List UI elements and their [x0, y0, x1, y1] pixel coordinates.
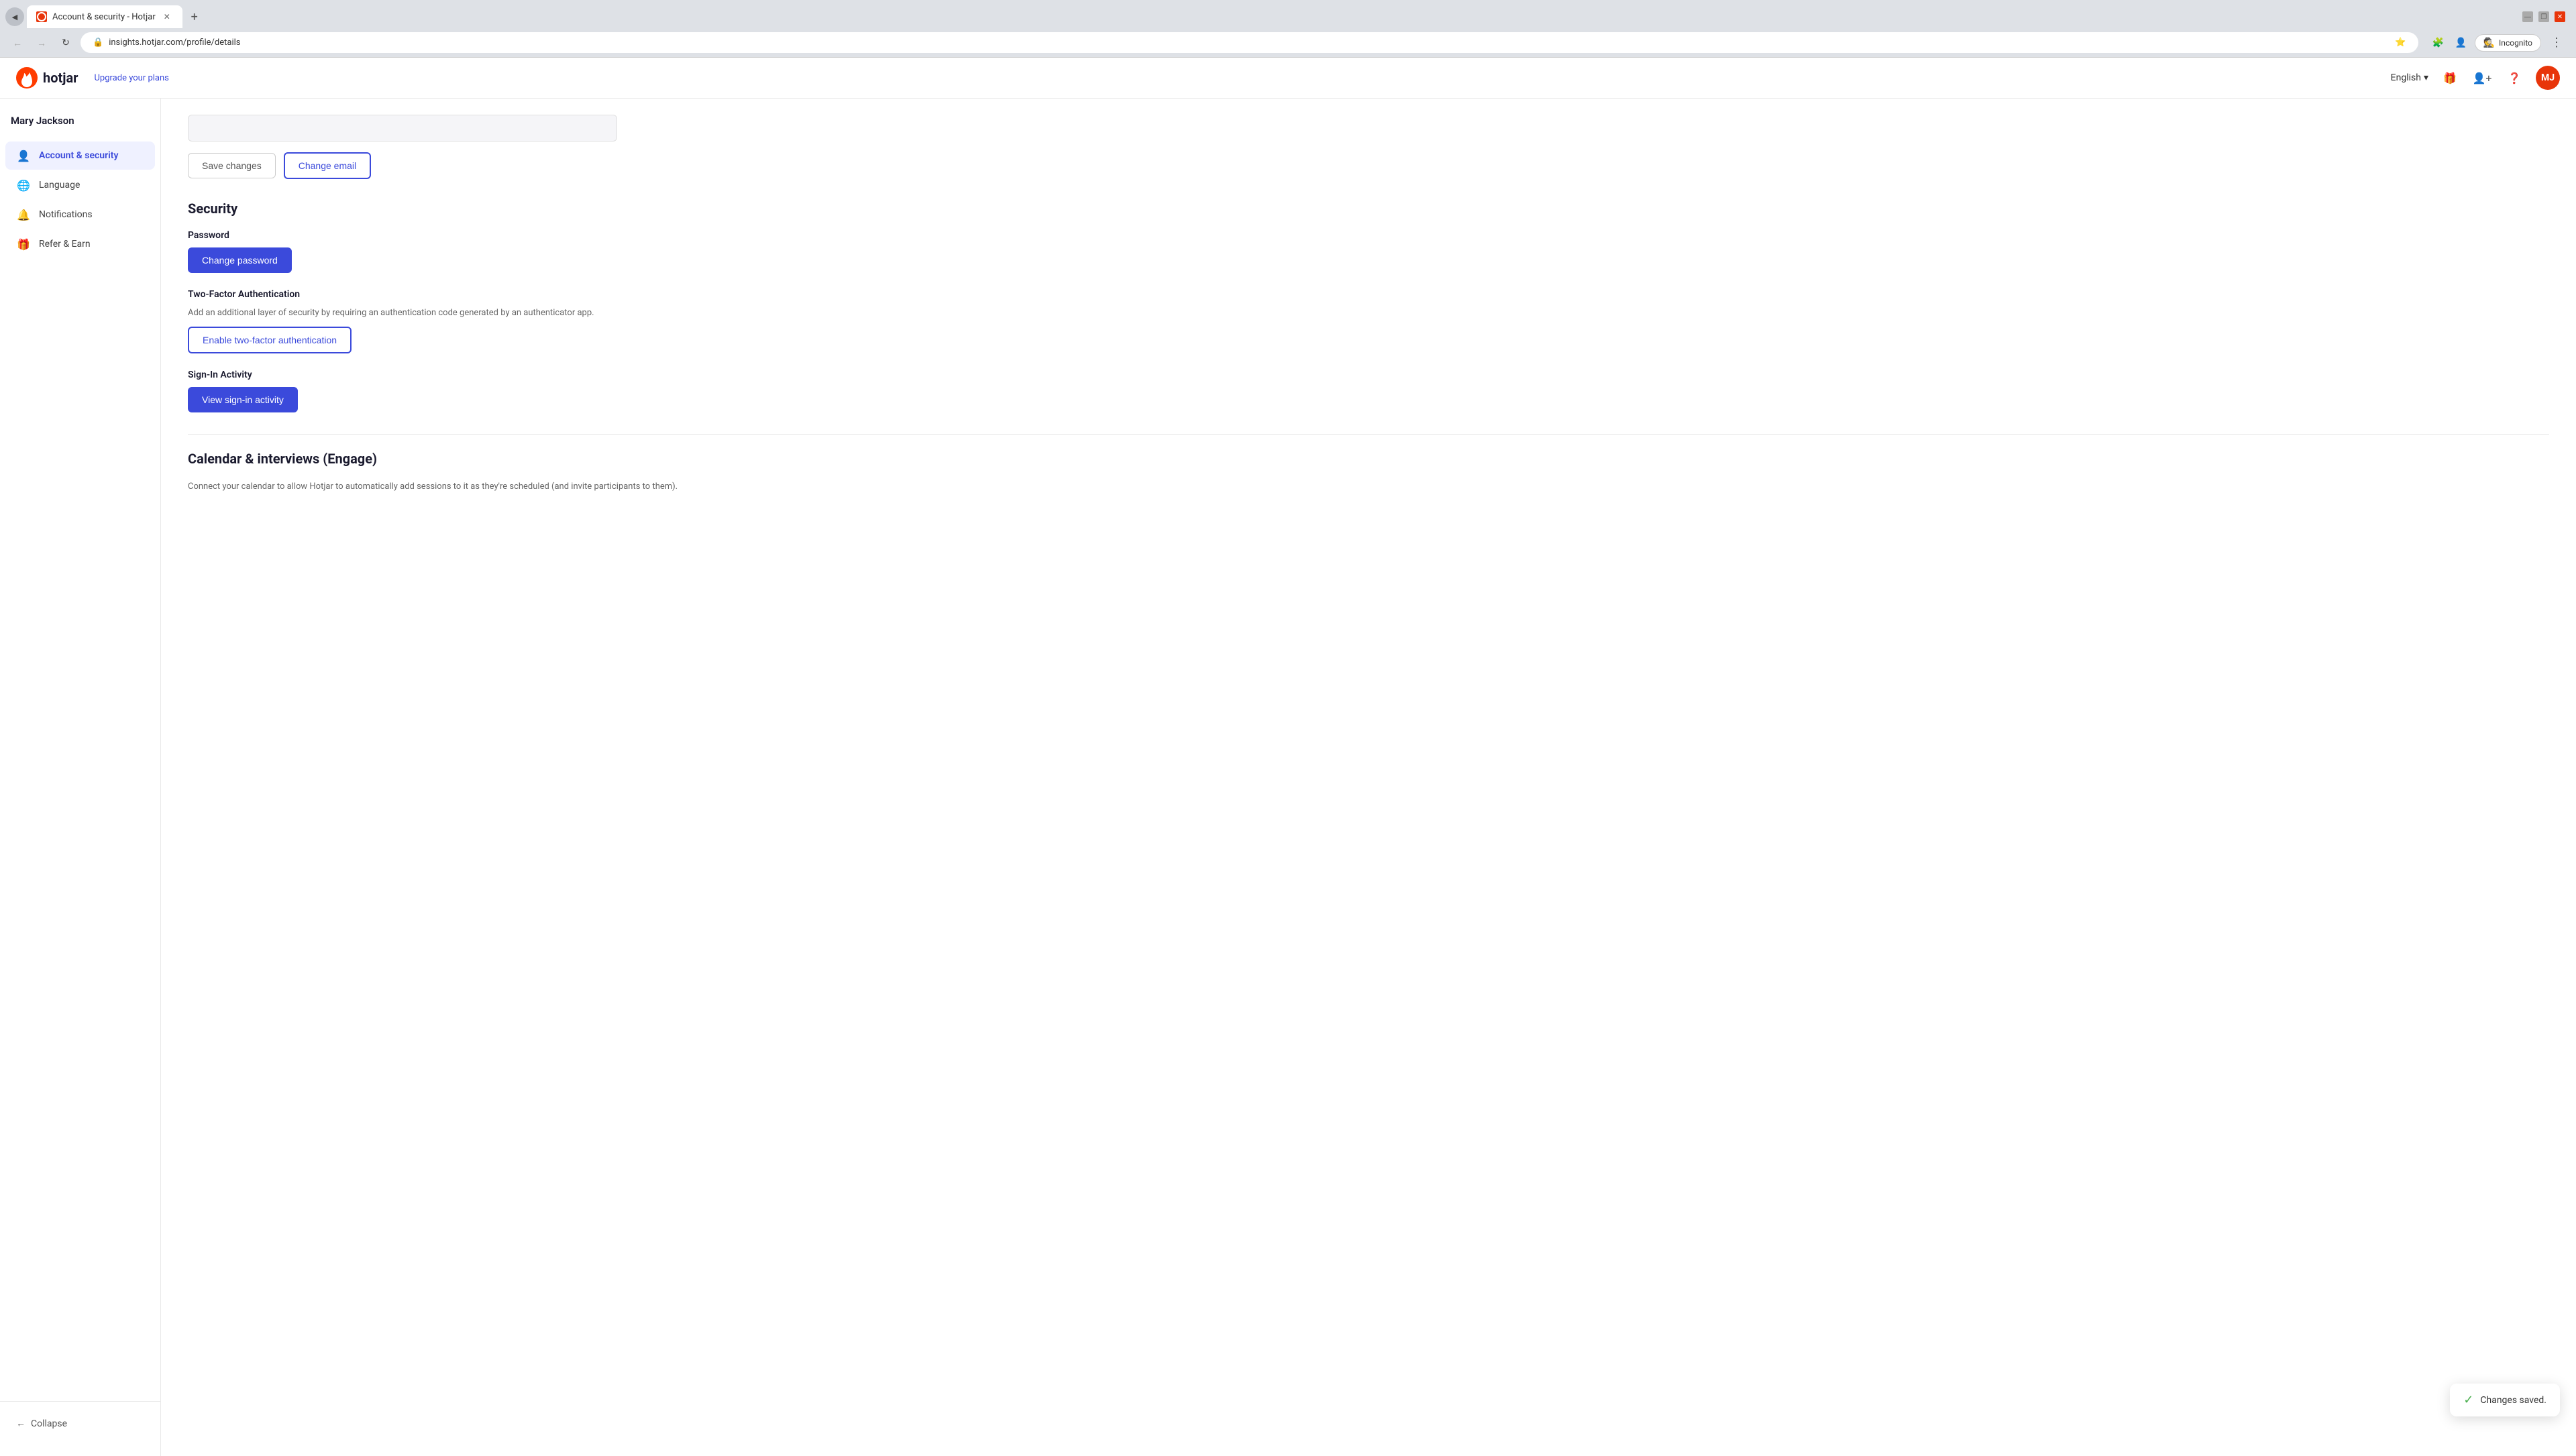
hotjar-logo[interactable]: hotjar [16, 67, 78, 89]
calendar-divider [188, 434, 2549, 435]
security-section-title: Security [188, 201, 2549, 217]
security-section: Security Password Change password Two-Fa… [188, 201, 2549, 412]
account-security-icon: 👤 [16, 148, 31, 163]
hotjar-logo-icon [16, 67, 38, 89]
avatar[interactable]: MJ [2536, 66, 2560, 90]
collapse-icon: ← [16, 1418, 25, 1429]
sidebar: Mary Jackson 👤 Account & security 🌐 Lang… [0, 99, 161, 1456]
profile-icon[interactable]: 👤 [2452, 34, 2471, 52]
new-tab-button[interactable]: + [185, 7, 204, 26]
signin-activity-field-group: Sign-In Activity View sign-in activity [188, 370, 2549, 412]
extensions-icon[interactable]: 🧩 [2429, 34, 2448, 52]
change-email-button[interactable]: Change email [284, 152, 371, 179]
sidebar-item-account-security[interactable]: 👤 Account & security [5, 142, 155, 170]
view-sign-in-button[interactable]: View sign-in activity [188, 387, 298, 412]
calendar-section: Calendar & interviews (Engage) Connect y… [188, 434, 2549, 494]
sidebar-item-label-account-security: Account & security [39, 150, 118, 161]
tab-title: Account & security - Hotjar [52, 12, 156, 22]
app-header: hotjar Upgrade your plans English ▾ 🎁 👤+… [0, 58, 2576, 99]
notifications-icon[interactable]: 🎁 [2439, 67, 2461, 89]
password-field-group: Password Change password [188, 230, 2549, 273]
tab-close-button[interactable]: ✕ [161, 11, 173, 23]
browser-menu-button[interactable]: ⋮ [2545, 33, 2568, 52]
sidebar-item-language[interactable]: 🌐 Language [5, 171, 155, 199]
sidebar-bottom: ← Collapse [0, 1401, 160, 1445]
password-label: Password [188, 230, 2549, 241]
back-button[interactable]: ← [8, 34, 27, 52]
language-selector[interactable]: English ▾ [2391, 72, 2428, 83]
url-text: insights.hotjar.com/profile/details [109, 38, 2390, 48]
calendar-section-title: Calendar & interviews (Engage) [188, 451, 2549, 467]
gift-icon: 🎁 [16, 237, 31, 251]
collapse-button[interactable]: ← Collapse [11, 1412, 150, 1435]
window-close[interactable]: ✕ [2555, 11, 2565, 22]
sidebar-item-label-language: Language [39, 180, 80, 190]
calendar-desc: Connect your calendar to allow Hotjar to… [188, 480, 2549, 494]
header-right: English ▾ 🎁 👤+ ❓ MJ [2391, 66, 2560, 90]
sidebar-user-name: Mary Jackson [0, 109, 160, 140]
save-changes-button[interactable]: Save changes [188, 153, 276, 178]
sidebar-item-refer-earn[interactable]: 🎁 Refer & Earn [5, 230, 155, 258]
sidebar-nav: 👤 Account & security 🌐 Language 🔔 Notifi… [0, 140, 160, 1401]
window-minimize[interactable]: — [2522, 11, 2533, 22]
sign-in-activity-label: Sign-In Activity [188, 370, 2549, 380]
two-factor-label: Two-Factor Authentication [188, 289, 2549, 300]
bell-icon: 🔔 [16, 207, 31, 222]
refresh-button[interactable]: ↻ [56, 34, 75, 52]
window-restore[interactable]: ❐ [2538, 11, 2549, 22]
toast-message: Changes saved. [2480, 1395, 2546, 1406]
toast-notification: ✓ Changes saved. [2450, 1384, 2560, 1416]
logo-text: hotjar [43, 70, 78, 86]
help-icon[interactable]: ❓ [2504, 67, 2525, 89]
toast-icon: ✓ [2463, 1393, 2473, 1407]
active-tab[interactable]: Account & security - Hotjar ✕ [27, 5, 182, 28]
sidebar-item-label-refer-earn: Refer & Earn [39, 239, 91, 249]
2fa-field-group: Two-Factor Authentication Add an additio… [188, 289, 2549, 353]
two-factor-desc: Add an additional layer of security by r… [188, 306, 2549, 320]
forward-button[interactable]: → [32, 34, 51, 52]
sidebar-item-notifications[interactable]: 🔔 Notifications [5, 201, 155, 229]
profile-actions-row: Save changes Change email [188, 152, 2549, 179]
content-area: Save changes Change email Security Passw… [161, 99, 2576, 1456]
language-label: English [2391, 72, 2421, 83]
language-icon: 🌐 [16, 178, 31, 192]
add-user-icon[interactable]: 👤+ [2471, 67, 2493, 89]
incognito-button[interactable]: 🕵 Incognito [2475, 34, 2541, 52]
change-password-button[interactable]: Change password [188, 247, 292, 273]
url-bar[interactable]: 🔒 insights.hotjar.com/profile/details ⭐ [80, 32, 2418, 53]
upgrade-link[interactable]: Upgrade your plans [95, 73, 169, 83]
profile-input-field[interactable] [188, 115, 617, 142]
lang-dropdown-arrow: ▾ [2424, 72, 2428, 83]
sidebar-item-label-notifications: Notifications [39, 209, 93, 220]
collapse-label: Collapse [31, 1418, 67, 1429]
tab-group-button[interactable]: ◀ [5, 7, 24, 26]
enable-2fa-button[interactable]: Enable two-factor authentication [188, 327, 352, 353]
tab-favicon [36, 11, 47, 22]
